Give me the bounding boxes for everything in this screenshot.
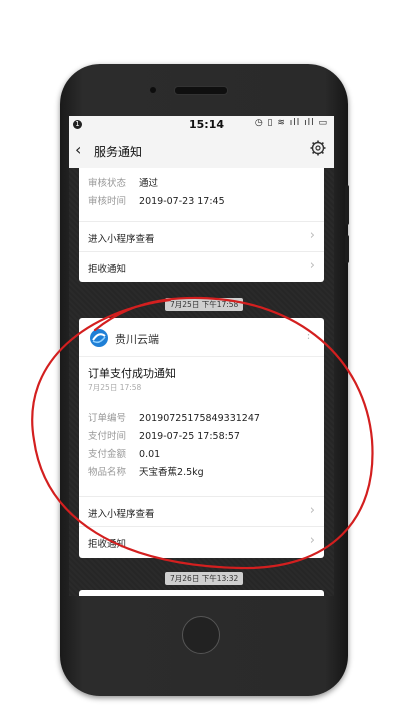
field-row: 支付金额 0.01 bbox=[88, 446, 324, 460]
payment-time: 2019-07-25 17:58:57 bbox=[139, 431, 240, 442]
status-bar: 1 15:14 ◷ ▯ ≋ ıll ıll ▭ bbox=[69, 116, 334, 134]
open-miniprogram-link[interactable]: 进入小程序查看 › bbox=[79, 496, 324, 527]
status-icons: ◷ ▯ ≋ ıll ıll ▭ bbox=[254, 118, 328, 128]
notification-card-1: 审核状态 通过 审核时间 2019-07-23 17:45 进入小程序查看 › … bbox=[79, 168, 324, 282]
status-time: 15:14 bbox=[189, 118, 225, 131]
reject-notification-label: 拒收通知 bbox=[88, 264, 127, 275]
field-row: 订单编号 20190725175849331247 bbox=[88, 410, 324, 424]
timestamp-divider: 7月26日 下午13:32 bbox=[165, 572, 244, 585]
payment-amount: 0.01 bbox=[139, 449, 161, 460]
brand-name: 贵川云端 bbox=[115, 333, 159, 346]
back-icon[interactable]: ‹ bbox=[75, 140, 81, 159]
field-row: 支付时间 2019-07-25 17:58:57 bbox=[88, 428, 324, 442]
brand-logo-icon bbox=[89, 328, 109, 348]
field-key: 物品名称 bbox=[88, 467, 127, 478]
open-miniprogram-label: 进入小程序查看 bbox=[88, 509, 155, 520]
chevron-right-icon: › bbox=[309, 503, 315, 518]
notification-date: 7月25日 17:58 bbox=[88, 383, 142, 392]
reject-notification-link[interactable]: 拒收通知 › bbox=[79, 526, 324, 557]
chevron-right-icon: › bbox=[309, 258, 315, 273]
notification-title: 订单支付成功通知 bbox=[88, 367, 176, 380]
order-number: 20190725175849331247 bbox=[139, 413, 260, 424]
field-value: 通过 bbox=[139, 178, 159, 189]
notification-badge: 1 bbox=[73, 120, 82, 129]
field-row: 审核状态 通过 bbox=[88, 175, 324, 189]
field-row: 物品名称 天宝香蕉2.5kg bbox=[88, 464, 324, 478]
field-key: 支付金额 bbox=[88, 449, 127, 460]
page-title: 服务通知 bbox=[94, 145, 143, 159]
field-key: 订单编号 bbox=[88, 413, 127, 424]
more-options-icon[interactable]: ⋮ bbox=[303, 328, 314, 341]
earpiece-speaker bbox=[174, 86, 228, 95]
reject-notification-label: 拒收通知 bbox=[88, 539, 127, 550]
home-button[interactable] bbox=[182, 616, 220, 654]
field-key: 支付时间 bbox=[88, 431, 127, 442]
open-miniprogram-link[interactable]: 进入小程序查看 › bbox=[79, 221, 324, 252]
field-value: 2019-07-23 17:45 bbox=[139, 196, 225, 207]
navigation-bar: ‹ 服务通知 bbox=[69, 134, 334, 169]
phone-screen: 1 15:14 ◷ ▯ ≋ ıll ıll ▭ ‹ 服务通知 审核状态 通过 审… bbox=[69, 116, 334, 596]
reject-notification-link[interactable]: 拒收通知 › bbox=[79, 251, 324, 282]
open-miniprogram-label: 进入小程序查看 bbox=[88, 234, 155, 245]
front-camera bbox=[150, 87, 156, 93]
notification-card-2: 贵川云端 ⋮ 订单支付成功通知 7月25日 17:58 订单编号 2019072… bbox=[79, 318, 324, 558]
volume-button bbox=[345, 185, 349, 225]
gear-icon[interactable] bbox=[310, 140, 326, 160]
notification-card-3-partial bbox=[79, 590, 324, 596]
timestamp-divider: 7月25日 下午17:58 bbox=[165, 298, 244, 311]
item-name: 天宝香蕉2.5kg bbox=[139, 467, 204, 478]
chevron-right-icon: › bbox=[309, 228, 315, 243]
chevron-right-icon: › bbox=[309, 533, 315, 548]
power-button bbox=[345, 235, 349, 263]
field-row: 审核时间 2019-07-23 17:45 bbox=[88, 193, 324, 207]
field-key: 审核时间 bbox=[88, 196, 127, 207]
field-key: 审核状态 bbox=[88, 178, 127, 189]
message-feed[interactable]: 审核状态 通过 审核时间 2019-07-23 17:45 进入小程序查看 › … bbox=[69, 168, 334, 596]
